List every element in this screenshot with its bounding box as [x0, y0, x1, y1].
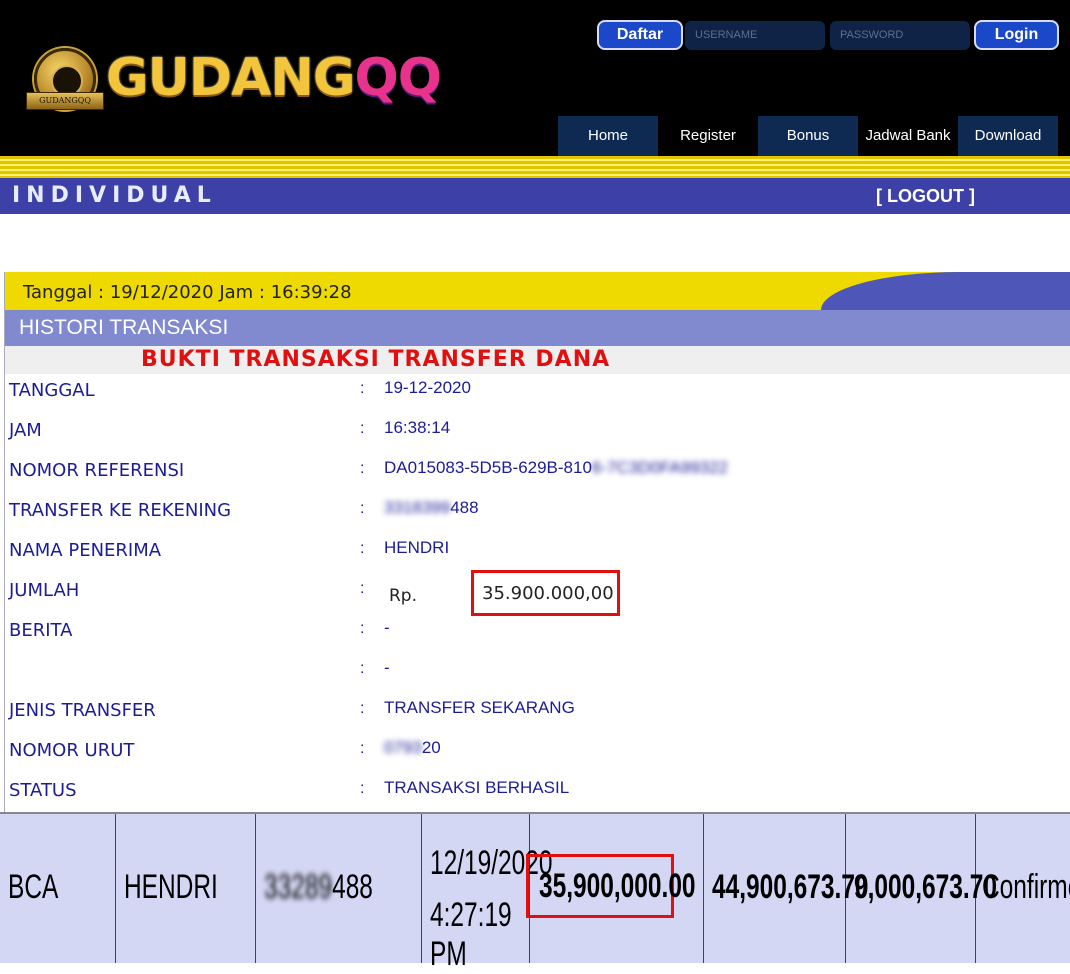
amount-value: 35.900.000,00	[482, 583, 614, 604]
transaction-table-row: BCA HENDRI 33289488 12/19/2020 4:27:19 P…	[0, 812, 1070, 973]
account-blurred: 3318399	[384, 498, 451, 517]
account-visible: 488	[332, 868, 373, 906]
detail-row-status: STATUS : TRANSAKSI BERHASIL	[5, 774, 1070, 814]
proof-title-row: BUKTI TRANSAKSI TRANSFER DANA	[5, 346, 1070, 374]
nav-bonus[interactable]: Bonus	[758, 116, 858, 156]
section-banner: INDIVIDUAL [ LOGOUT ]	[0, 178, 1070, 214]
proof-title: BUKTI TRANSAKSI TRANSFER DANA	[141, 347, 611, 372]
date-bar: Tanggal : 19/12/2020 Jam : 16:39:28	[5, 272, 1070, 310]
amount-highlight-box: 35,900,000.00	[526, 854, 696, 918]
cell-status: Confirmed	[976, 814, 1070, 963]
detail-label: NOMOR REFERENSI	[9, 460, 185, 481]
date-bar-swoop	[821, 272, 1070, 310]
brand-accent: QQ	[354, 48, 442, 108]
detail-row-nomor-urut: NOMOR URUT : 079320	[5, 734, 1070, 774]
detail-value: 079320	[384, 738, 441, 758]
reference-blurred: 6-7C3D0FA99322	[591, 458, 729, 477]
detail-value: -	[384, 618, 390, 637]
nav-download[interactable]: Download	[958, 116, 1058, 156]
cell-account: 33289488	[256, 814, 422, 963]
detail-value: 16:38:14	[384, 418, 451, 437]
logout-link[interactable]: [ LOGOUT ]	[876, 178, 975, 214]
detail-value: 3318399488	[384, 498, 479, 518]
password-input[interactable]: PASSWORD	[830, 21, 970, 50]
currency-label: Rp.	[389, 586, 418, 606]
detail-colon: :	[360, 660, 365, 677]
account-visible: 488	[450, 498, 479, 517]
current-datetime: Tanggal : 19/12/2020 Jam : 16:39:28	[23, 282, 352, 303]
cell-balance-before: 9,000,673.70	[846, 814, 997, 963]
detail-label: NOMOR URUT	[9, 740, 135, 761]
detail-row-jam: JAM : 16:38:14	[5, 414, 1070, 454]
status-confirmed: Confirmed	[982, 868, 1070, 906]
cell-datetime: 12/19/2020 4:27:19 PM	[422, 814, 553, 973]
detail-label: TRANSFER KE REKENING	[9, 500, 232, 521]
detail-value: HENDRI	[384, 538, 450, 557]
nav-jadwal-bank[interactable]: Jadwal Bank	[858, 116, 958, 156]
detail-label: TANGGAL	[9, 380, 95, 401]
amount-highlight: 35.900.000,00	[471, 570, 620, 616]
banner-title: INDIVIDUAL	[12, 183, 217, 208]
transaction-panel: Tanggal : 19/12/2020 Jam : 16:39:28 HIST…	[4, 272, 1070, 812]
detail-row-jenis-transfer: JENIS TRANSFER : TRANSFER SEKARANG	[5, 694, 1070, 734]
reference-visible: DA015083-5D5B-629B-810	[384, 458, 592, 477]
detail-value: 19-12-2020	[384, 378, 471, 397]
detail-row-jumlah: JUMLAH : Rp. 35.900.000,00	[5, 570, 1070, 616]
detail-value: TRANSFER SEKARANG	[384, 698, 575, 717]
detail-value: -	[384, 658, 390, 677]
cell-bank: BCA	[0, 814, 116, 963]
cell-name: HENDRI	[116, 814, 256, 963]
logo-ribbon: GUDANGQQ	[26, 92, 104, 110]
account-blurred: 33289	[264, 868, 333, 906]
detail-colon: :	[360, 540, 365, 557]
brand-wordmark: GUDANGQQ	[106, 48, 442, 108]
nav-home[interactable]: Home	[558, 116, 658, 156]
nav-register[interactable]: Register	[658, 116, 758, 156]
detail-label: JENIS TRANSFER	[9, 700, 156, 721]
detail-row-berita: BERITA : -	[5, 614, 1070, 654]
detail-row-berita-2: : -	[5, 654, 1070, 694]
detail-colon: :	[360, 500, 365, 517]
detail-colon: :	[360, 460, 365, 477]
detail-row-nomor-referensi: NOMOR REFERENSI : DA015083-5D5B-629B-810…	[5, 454, 1070, 494]
detail-colon: :	[360, 780, 365, 797]
detail-colon: :	[360, 420, 365, 437]
site-logo[interactable]: GUDANGQQ GUDANGQQ	[24, 44, 442, 116]
detail-colon: :	[360, 620, 365, 637]
detail-colon: :	[360, 700, 365, 717]
detail-value: TRANSAKSI BERHASIL	[384, 778, 570, 797]
site-header: GUDANGQQ GUDANGQQ Daftar USERNAME PASSWO…	[0, 0, 1070, 156]
transaction-amount: 35,900,000.00	[539, 867, 696, 905]
detail-row-tanggal: TANGGAL : 19-12-2020	[5, 374, 1070, 414]
account-number: 33289488	[264, 868, 373, 907]
detail-row-nama-penerima: NAMA PENERIMA : HENDRI	[5, 534, 1070, 574]
bank-name: BCA	[8, 868, 59, 906]
sequence-visible: 20	[421, 738, 441, 757]
detail-colon: :	[360, 380, 365, 397]
detail-label: JAM	[9, 420, 42, 441]
recipient-name: HENDRI	[124, 868, 218, 906]
detail-label: NAMA PENERIMA	[9, 540, 162, 561]
detail-value: DA015083-5D5B-629B-8106-7C3D0FA99322	[384, 458, 728, 478]
detail-label: JUMLAH	[9, 580, 80, 601]
brand-main: GUDANG	[106, 48, 356, 108]
detail-colon: :	[360, 580, 365, 597]
username-input[interactable]: USERNAME	[685, 21, 825, 50]
sequence-blurred: 0793	[384, 738, 422, 757]
detail-label: BERITA	[9, 620, 73, 641]
detail-colon: :	[360, 740, 365, 757]
history-header: HISTORI TRANSAKSI	[5, 310, 1070, 346]
daftar-button[interactable]: Daftar	[597, 20, 683, 50]
detail-label: STATUS	[9, 780, 77, 801]
login-button[interactable]: Login	[974, 20, 1059, 50]
cell-balance-after: 44,900,673.70	[704, 814, 869, 963]
transaction-time: 4:27:19 PM	[430, 896, 512, 973]
detail-row-transfer-ke-rekening: TRANSFER KE REKENING : 3318399488	[5, 494, 1070, 534]
decorative-stripes	[0, 156, 1070, 178]
history-title: HISTORI TRANSAKSI	[19, 316, 229, 339]
